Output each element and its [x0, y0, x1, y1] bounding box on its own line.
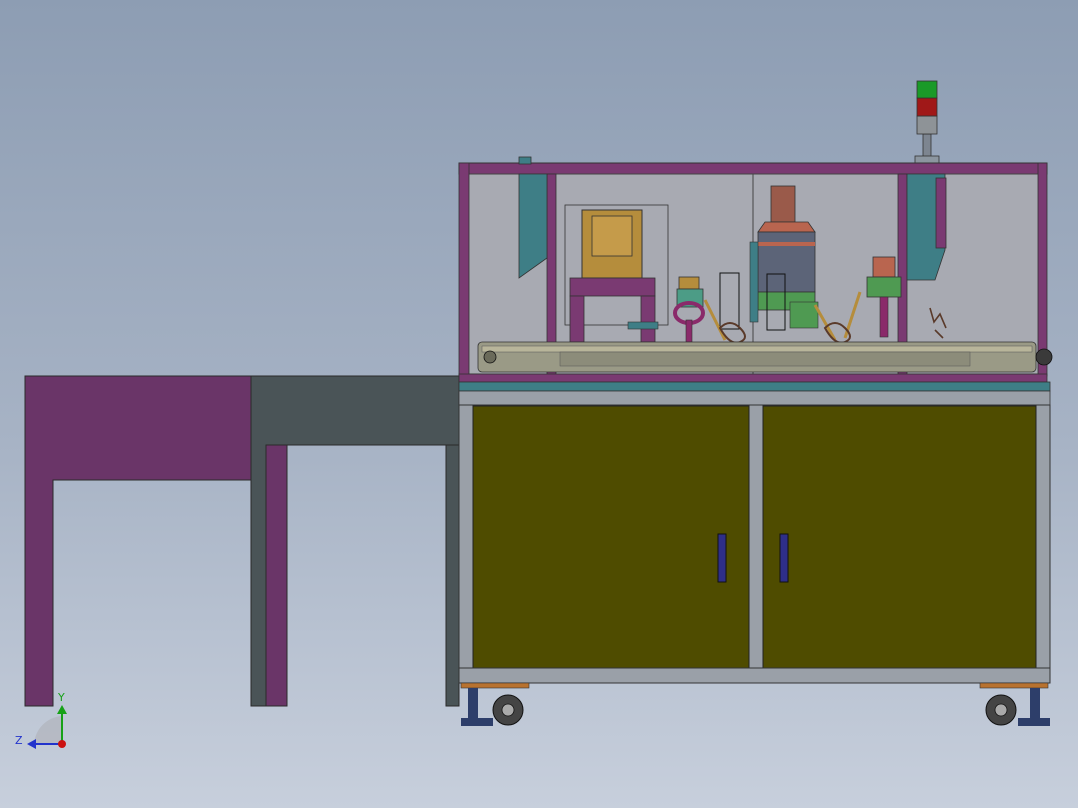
cylinder-band	[758, 242, 815, 246]
slate-extension-table[interactable]	[250, 375, 460, 707]
cabinet-door-left[interactable]	[472, 405, 750, 669]
press-head	[678, 276, 700, 290]
right-press-body	[866, 276, 902, 298]
caster-mount	[460, 682, 530, 689]
triad-y-label: Y	[57, 691, 65, 704]
right-panel-bracket	[935, 177, 947, 249]
right-press-head	[872, 256, 896, 278]
deck-plate-teal	[458, 381, 1051, 392]
deck-plate-aluminum	[458, 390, 1051, 406]
conveyor-belt-track	[559, 351, 971, 367]
feeder-stand-top	[569, 277, 656, 297]
triad-x-origin	[58, 740, 66, 748]
cylinder-bracket-left	[749, 241, 759, 323]
feeder-stand-leg-left	[569, 295, 585, 343]
magenta-side-table[interactable]	[24, 375, 252, 707]
enclosure-top-rail	[458, 162, 1048, 175]
leveling-foot	[468, 688, 478, 718]
triad-z-arrow	[27, 739, 36, 749]
door-handle-left[interactable]	[717, 533, 727, 583]
magenta-table-leg	[265, 444, 288, 707]
cylinder-cap	[770, 185, 796, 223]
caster-left[interactable]	[460, 682, 530, 726]
caster-right[interactable]	[979, 682, 1050, 726]
magenta-table-frame	[24, 375, 252, 707]
cylinder-shoulder	[757, 221, 816, 233]
signal-light-green	[916, 80, 938, 99]
slate-table-leg-right	[445, 444, 460, 707]
signal-light-red	[916, 97, 938, 117]
caster-mount	[979, 682, 1049, 689]
conveyor-drive-roller	[1035, 348, 1053, 366]
enclosure-post-right	[1037, 162, 1048, 377]
cabinet-bottom-rail	[458, 667, 1051, 684]
door-handle-right[interactable]	[779, 533, 789, 583]
press-stem	[685, 319, 693, 343]
feeder-bowl-inset	[591, 215, 633, 257]
signal-tower-grey-segment	[916, 115, 938, 135]
leveling-pad	[461, 718, 493, 726]
signal-tower[interactable]	[914, 80, 940, 165]
leveling-pad	[1018, 718, 1050, 726]
top-rail-bracket	[518, 156, 532, 165]
assembly-machine[interactable]	[458, 80, 1053, 726]
cad-viewport[interactable]: Y Z	[0, 0, 1078, 808]
leveling-foot	[1030, 688, 1040, 718]
conveyor-belt[interactable]	[477, 341, 1053, 373]
triad-z-label: Z	[15, 734, 23, 747]
right-press-stem	[879, 296, 889, 338]
caster-hub	[994, 703, 1008, 717]
deck-plate-top	[458, 373, 1048, 383]
feeder-stand-leg-right	[640, 295, 656, 343]
conveyor-idler-roller	[483, 350, 497, 364]
triad-arc	[34, 716, 62, 744]
cabinet-door-right[interactable]	[762, 405, 1037, 669]
pusher-block	[627, 321, 659, 330]
base-cabinet[interactable]	[458, 404, 1051, 684]
conveyor-belt-surface	[481, 345, 1033, 353]
caster-hub	[501, 703, 515, 717]
triad-y-arrow	[57, 705, 67, 714]
enclosure-post-left	[458, 162, 470, 377]
